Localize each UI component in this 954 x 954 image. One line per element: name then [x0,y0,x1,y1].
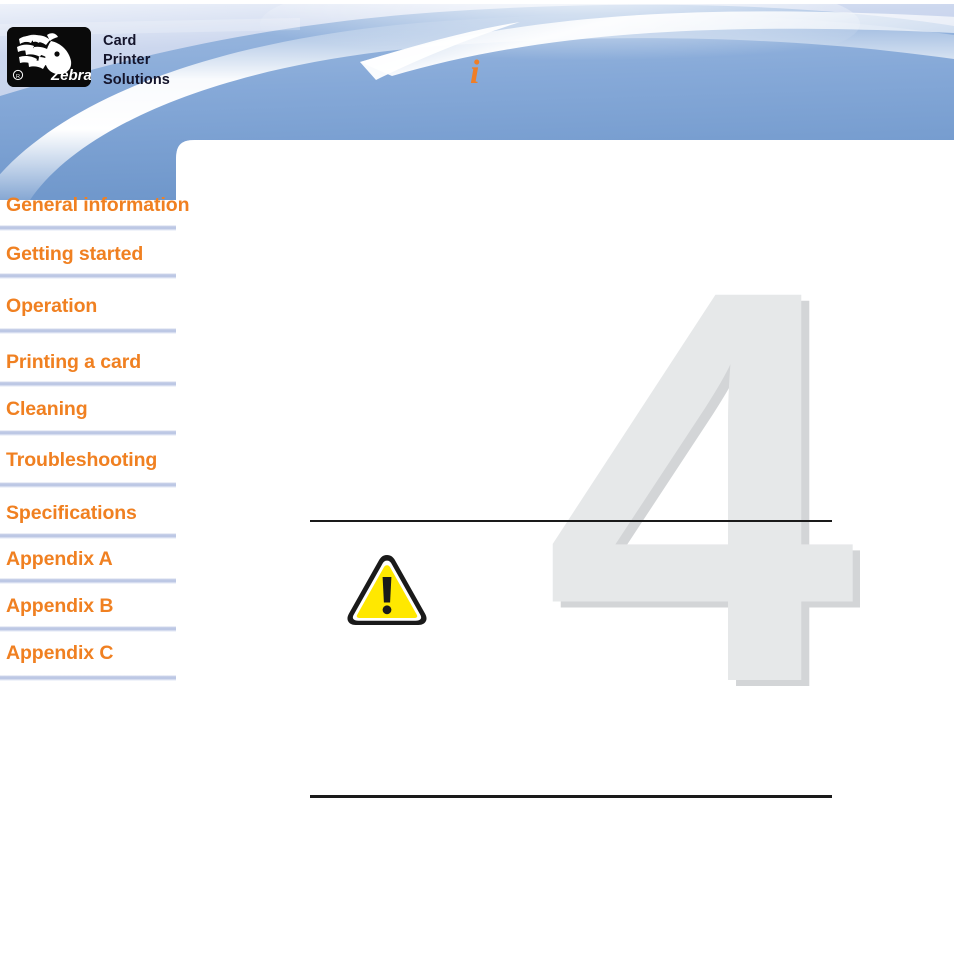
svg-text:4: 4 [544,186,859,766]
warning-triangle-icon [345,552,429,626]
brand-text: Card Printer Solutions [103,33,170,88]
sidebar-item-label: Appendix C [6,641,114,664]
sidebar-divider [0,381,176,387]
sidebar-item-getting-started[interactable]: Getting started [0,242,230,279]
zebra-logo: Zebra R Card Printer Solutions [7,27,170,90]
sidebar-divider [0,578,176,584]
chapter-rule-top [310,520,832,522]
sidebar-divider [0,532,176,539]
sidebar-item-cleaning[interactable]: Cleaning [0,398,230,436]
sidebar-item-label: Appendix B [6,595,114,617]
chapter-navigation-sidebar: General information Getting started Oper… [0,194,230,681]
manual-cover-page: Zebra R Card Printer Solutions i General… [0,0,954,954]
chapter-number-glyph: 4 4 [544,186,860,766]
sidebar-item-label: Printing a card [6,350,142,373]
sidebar-item-label: Troubleshooting [6,448,158,471]
sidebar-item-appendix-c[interactable]: Appendix C [0,641,230,681]
sidebar-divider [0,482,176,488]
page-header-banner: Zebra R Card Printer Solutions i [0,0,954,200]
zebra-head-glyph: Zebra R [7,27,91,87]
sidebar-item-operation[interactable]: Operation [0,295,230,334]
zebra-head-icon: Zebra R [7,27,91,87]
information-i-icon: i [470,54,480,91]
sidebar-item-general-information[interactable]: General information [0,194,230,231]
chapter-rule-bottom [310,795,832,798]
sidebar-item-label: Operation [6,295,98,317]
sidebar-divider [0,625,176,632]
svg-text:Zebra: Zebra [50,67,91,84]
sidebar-item-label: General information [6,194,190,216]
chapter-number-watermark: 4 4 [540,186,860,766]
sidebar-item-printing-a-card[interactable]: Printing a card [0,350,230,387]
sidebar-divider [0,429,176,436]
warning-triangle-glyph [347,555,427,625]
sidebar-item-appendix-b[interactable]: Appendix B [0,595,230,632]
sidebar-divider [0,224,176,231]
sidebar-item-label: Appendix A [6,547,113,570]
sidebar-divider [0,327,176,334]
svg-text:R: R [16,74,20,80]
sidebar-item-label: Getting started [6,242,144,265]
sidebar-item-label: Cleaning [6,398,88,420]
sidebar-item-appendix-a[interactable]: Appendix A [0,547,230,584]
sidebar-divider [0,675,176,681]
sidebar-item-label: Specifications [6,502,137,524]
sidebar-divider [0,273,176,279]
sidebar-item-troubleshooting[interactable]: Troubleshooting [0,448,230,488]
sidebar-item-specifications[interactable]: Specifications [0,502,230,539]
